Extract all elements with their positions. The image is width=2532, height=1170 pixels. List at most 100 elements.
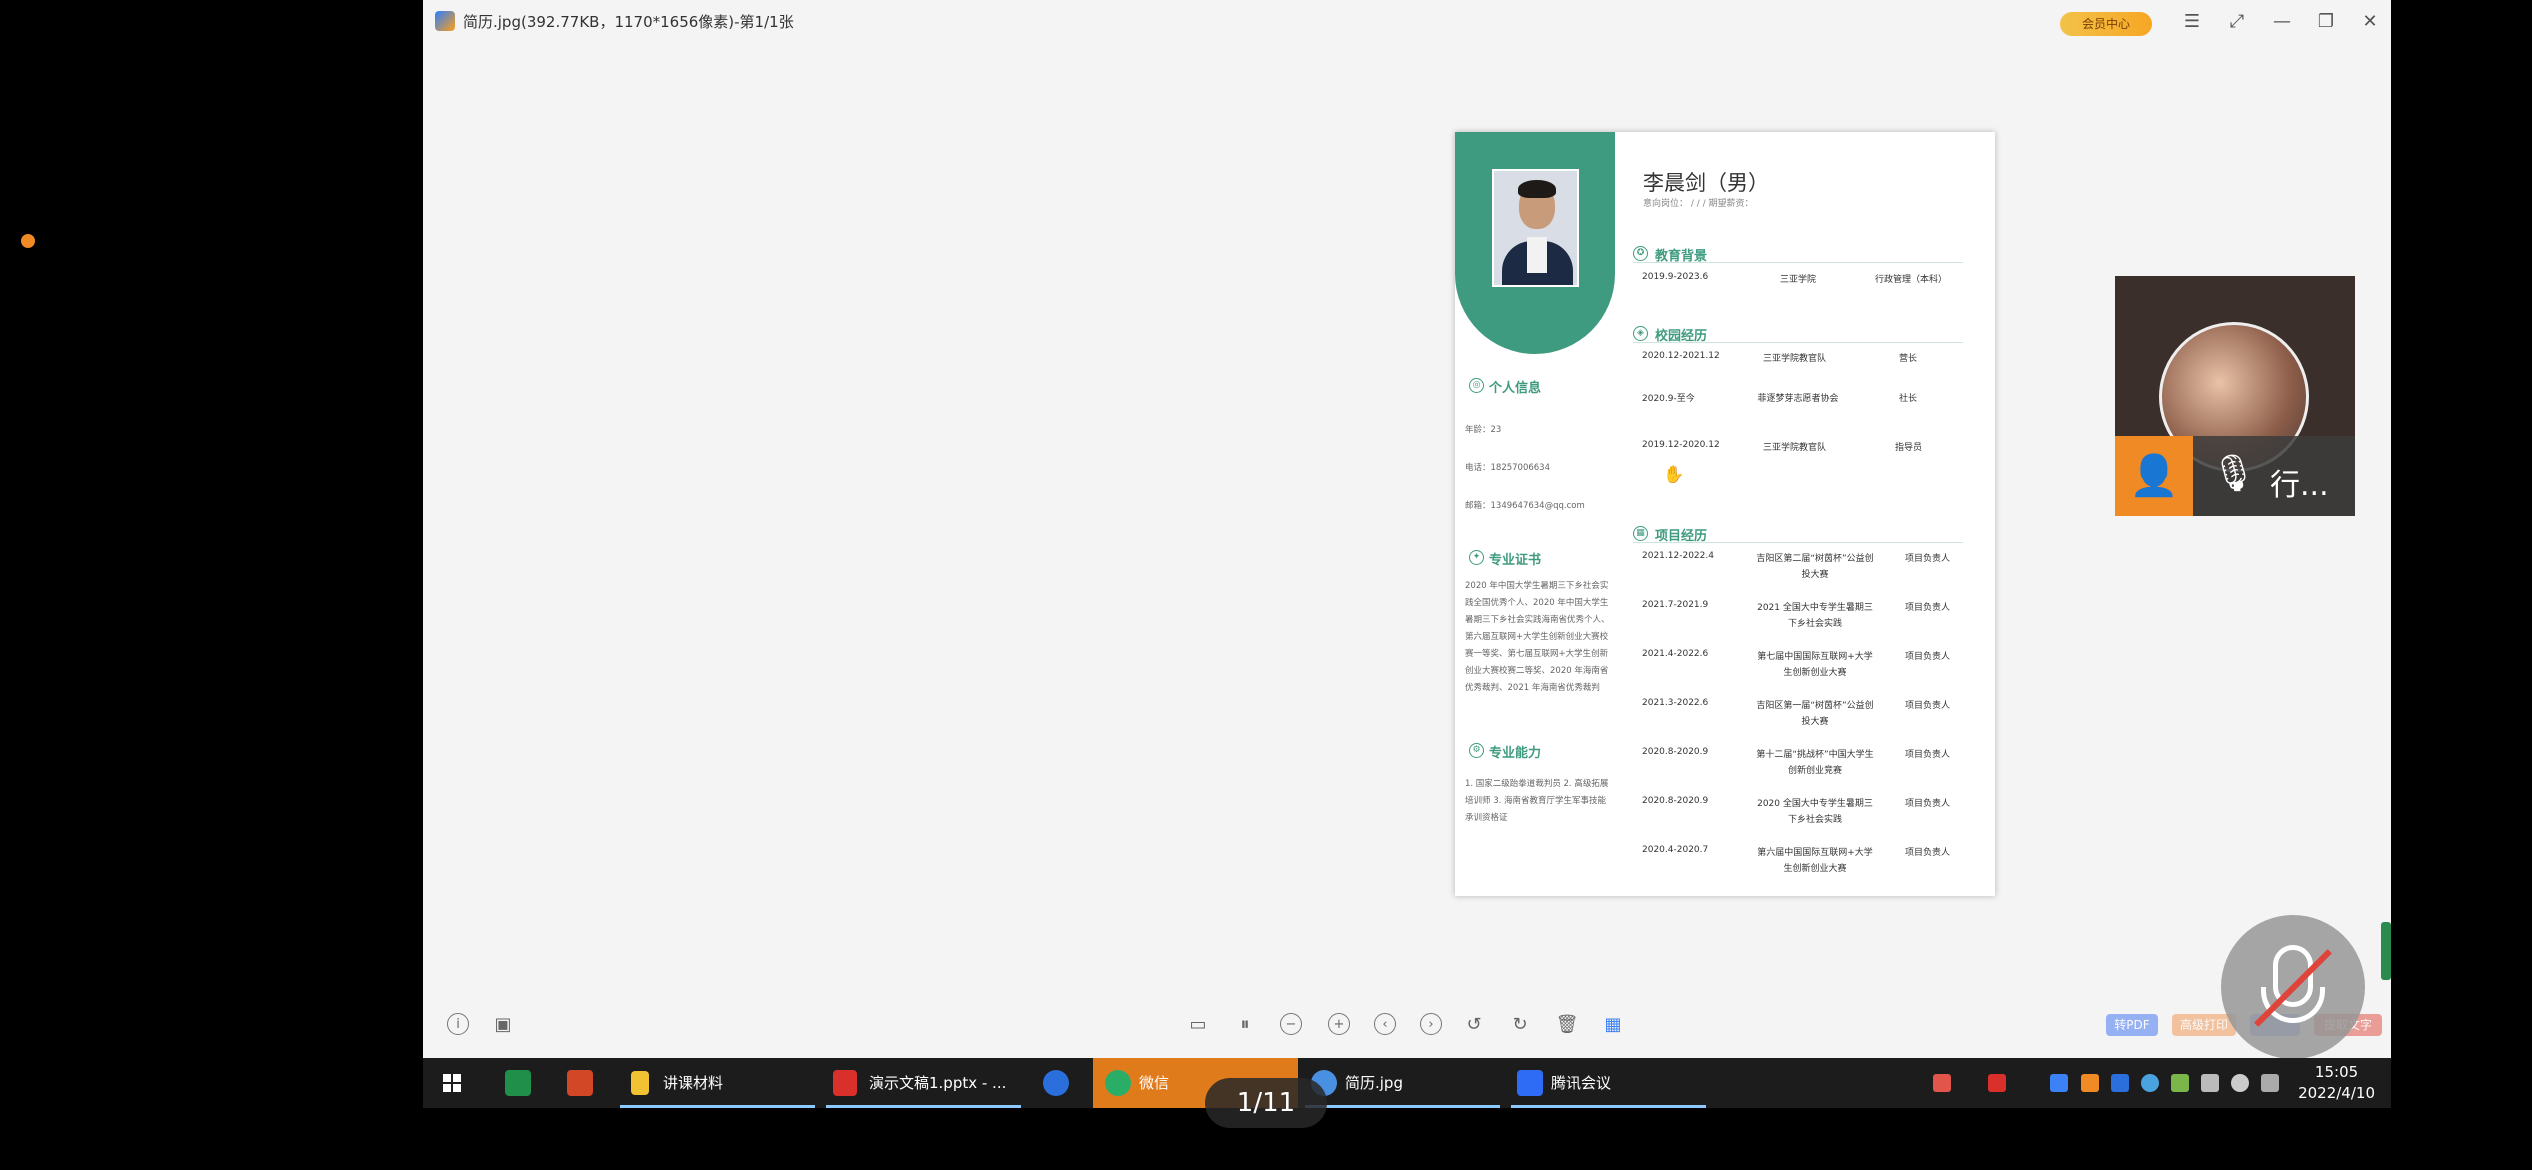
- task-folder[interactable]: 讲课材料: [663, 1058, 723, 1108]
- clock-time: 15:05: [2314, 1063, 2359, 1081]
- campus-role: 指导员: [1895, 443, 1923, 453]
- tray-battery-icon[interactable]: [2261, 1074, 2279, 1092]
- resume-name: 李晨剑（男）: [1643, 171, 1769, 195]
- project-org: 第七届中国国际互联网+大学生创新创业大赛: [1757, 652, 1873, 678]
- side-tab[interactable]: [2381, 922, 2391, 980]
- close-icon[interactable]: ✕: [2355, 8, 2385, 36]
- menu-icon[interactable]: ☰: [2177, 8, 2207, 36]
- cert-text: 2020 年中国大学生暑期三下乡社会实践全国优秀个人、2020 年中国大学生暑期…: [1465, 581, 1610, 693]
- image-viewer-window: 简历.jpg(392.77KB，1170*1656像素)-第1/1张 会员中心 …: [423, 0, 2391, 1058]
- project-date: 2021.3-2022.6: [1642, 698, 1709, 708]
- apps-grid-icon[interactable]: ▦: [1601, 1013, 1625, 1037]
- project-date: 2021.4-2022.6: [1642, 649, 1709, 659]
- viewer-app-icon: [435, 11, 455, 31]
- page-indicator: 1/11: [1205, 1078, 1327, 1128]
- education-icon: ✪: [1633, 246, 1648, 261]
- previous-icon[interactable]: ‹: [1374, 1013, 1396, 1035]
- slideshow-icon[interactable]: ▭: [1186, 1013, 1210, 1037]
- rotate-right-icon[interactable]: ↻: [1508, 1013, 1532, 1037]
- system-clock[interactable]: 15:05 2022/4/10: [2298, 1062, 2375, 1104]
- campus-org: 菲逐梦芽志愿者协会: [1757, 394, 1839, 404]
- rotate-left-icon[interactable]: ↺: [1462, 1013, 1486, 1037]
- title-bar: 简历.jpg(392.77KB，1170*1656像素)-第1/1张 会员中心 …: [423, 0, 2391, 44]
- campus-org: 三亚学院教官队: [1763, 443, 1827, 453]
- project-icon: ▦: [1633, 526, 1648, 541]
- participant-name: 行...: [2270, 468, 2329, 503]
- divider: [1633, 262, 1963, 263]
- campus-role: 社长: [1899, 394, 1918, 404]
- project-org: 第六届中国国际互联网+大学生创新创业大赛: [1757, 848, 1873, 874]
- zoom-out-icon[interactable]: −: [1280, 1013, 1302, 1035]
- project-role: 项目负责人: [1905, 652, 1951, 662]
- user-icon: 👤: [2115, 436, 2193, 516]
- ability-title: 专业能力: [1489, 746, 1542, 761]
- project-date: 2020.8-2020.9: [1642, 747, 1709, 757]
- resume-subtitle: 意向岗位： / / / 期望薪资：: [1643, 199, 1754, 209]
- tray-volume-icon[interactable]: [2231, 1074, 2249, 1092]
- clock-date: 2022/4/10: [2298, 1084, 2375, 1102]
- excel-icon[interactable]: [505, 1070, 531, 1096]
- tray-network-icon[interactable]: [2111, 1074, 2129, 1092]
- ability-text: 1. 国家二级跆拳道裁判员 2. 高级拓展培训师 3. 海南省教育厅学生军事技能…: [1465, 779, 1609, 823]
- microphone-icon: 🎙: [2211, 453, 2257, 494]
- edu-date: 2019.9-2023.6: [1642, 272, 1709, 282]
- project-org: 吉阳区第二届“树茵杯”公益创投大赛: [1756, 554, 1874, 580]
- participant-video[interactable]: 👤 🎙 行...: [2115, 276, 2355, 516]
- info-icon[interactable]: i: [447, 1013, 469, 1035]
- fullscreen-icon[interactable]: ⤢: [2222, 8, 2252, 36]
- to-pdf-button[interactable]: 转PDF: [2106, 1014, 2158, 1036]
- restore-icon[interactable]: ❐: [2311, 8, 2341, 36]
- minimize-icon[interactable]: —: [2267, 8, 2297, 36]
- project-role: 项目负责人: [1905, 554, 1951, 564]
- project-org: 第十二届“挑战杯”中国大学生创新创业竞赛: [1756, 750, 1874, 776]
- project-org: 2020 全国大中专学生暑期三下乡社会实践: [1757, 799, 1873, 825]
- campus-org: 三亚学院教官队: [1763, 354, 1827, 364]
- tray-shield-icon[interactable]: [2050, 1074, 2068, 1092]
- project-role: 项目负责人: [1905, 701, 1951, 711]
- task-tencent-meeting[interactable]: 腾讯会议: [1551, 1058, 1611, 1108]
- project-date: 2020.4-2020.7: [1642, 845, 1709, 855]
- certificate-icon: ✦: [1469, 550, 1484, 565]
- tray-globe-icon[interactable]: [2141, 1074, 2159, 1092]
- project-date: 2021.7-2021.9: [1642, 600, 1709, 610]
- edu-org: 三亚学院: [1780, 275, 1817, 285]
- pause-icon[interactable]: ⏸: [1233, 1013, 1257, 1037]
- skill-icon: ⚙: [1469, 743, 1484, 758]
- mute-button[interactable]: [2221, 915, 2365, 1059]
- delete-icon[interactable]: 🗑: [1555, 1013, 1579, 1037]
- task-wechat[interactable]: 微信: [1139, 1058, 1169, 1108]
- project-date: 2020.8-2020.9: [1642, 796, 1709, 806]
- campus-date: 2020.12-2021.12: [1642, 351, 1720, 361]
- task-pptx[interactable]: 演示文稿1.pptx - ...: [869, 1058, 1006, 1108]
- sogou-icon[interactable]: [1043, 1070, 1069, 1096]
- window-title: 简历.jpg(392.77KB，1170*1656像素)-第1/1张: [463, 13, 794, 31]
- divider: [1633, 342, 1963, 343]
- project-role: 项目负责人: [1905, 848, 1951, 858]
- advanced-print-button[interactable]: 高级打印: [2172, 1014, 2236, 1036]
- vip-center-button[interactable]: 会员中心: [2060, 12, 2152, 36]
- tray-display-icon[interactable]: [2201, 1074, 2219, 1092]
- wps-icon: [833, 1070, 857, 1096]
- tencent-meeting-icon: [1517, 1070, 1543, 1096]
- project-role: 项目负责人: [1905, 799, 1951, 809]
- edu-role: 行政管理（本科）: [1875, 275, 1948, 285]
- folder-icon: [631, 1071, 649, 1095]
- hand-cursor-icon: ✋: [1663, 465, 1685, 485]
- next-icon[interactable]: ›: [1420, 1013, 1442, 1035]
- gallery-icon[interactable]: ▣: [491, 1013, 515, 1037]
- project-date: 2021.12-2022.4: [1642, 551, 1714, 561]
- tray-sogou-icon[interactable]: [1933, 1074, 1951, 1092]
- resume-photo: [1492, 169, 1579, 287]
- project-role: 项目负责人: [1905, 750, 1951, 760]
- personal-phone: 电话：18257006634: [1465, 463, 1550, 473]
- task-resume[interactable]: 简历.jpg: [1345, 1058, 1403, 1108]
- tray-gpu-icon[interactable]: [2171, 1074, 2189, 1092]
- zoom-in-icon[interactable]: +: [1328, 1013, 1350, 1035]
- tray-wps-icon[interactable]: [1988, 1074, 2006, 1092]
- taskbar: 讲课材料 演示文稿1.pptx - ... 微信 简历.jpg 腾讯会议 15:…: [423, 1058, 2391, 1108]
- powerpoint-icon[interactable]: [567, 1070, 593, 1096]
- project-org: 2021 全国大中专学生暑期三下乡社会实践: [1757, 603, 1873, 629]
- windows-start-icon[interactable]: [443, 1074, 461, 1092]
- tray-qq-icon[interactable]: [2081, 1074, 2099, 1092]
- project-role: 项目负责人: [1905, 603, 1951, 613]
